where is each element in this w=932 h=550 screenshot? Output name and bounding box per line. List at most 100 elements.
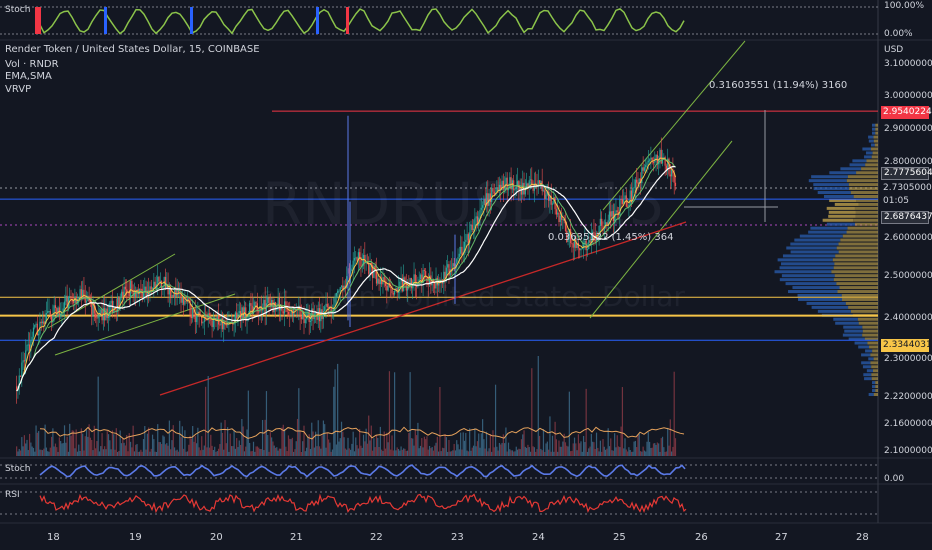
indicator-volume[interactable]: Vol · RNDR [5, 59, 59, 70]
volume-bar [492, 430, 494, 456]
volume-profile-bar [828, 214, 856, 218]
stoch-line [39, 464, 686, 478]
volume-bar [412, 438, 414, 456]
volume-profile-bar [846, 179, 878, 183]
volume-bar [610, 438, 612, 456]
volume-bar [510, 450, 512, 456]
volume-bar [447, 451, 449, 456]
volume-bar [633, 441, 635, 456]
volume-bar [337, 363, 339, 456]
volume-bar [179, 420, 181, 456]
volume-bar [343, 437, 345, 456]
volume-bar [619, 447, 621, 456]
volume-bar [16, 446, 18, 456]
rsi-pane-label[interactable]: RSI [5, 490, 20, 500]
volume-bar [232, 446, 234, 456]
volume-bar [632, 451, 634, 456]
volume-profile-bar [831, 270, 878, 274]
volume-profile-bar [872, 151, 878, 155]
candle-body [172, 294, 174, 298]
volume-bar [198, 447, 200, 456]
volume-profile-bar [873, 357, 878, 361]
volume-bar [312, 431, 314, 456]
volume-bar [483, 439, 485, 456]
volume-bar [584, 442, 586, 456]
candle-body [353, 258, 356, 261]
volume-profile-bar [871, 373, 878, 377]
candle-body [351, 268, 353, 272]
range-measure-upper[interactable]: 0.31603551 (11.94%) 3160 [709, 80, 847, 91]
volume-profile-bar [838, 250, 878, 254]
price-tag-mid[interactable]: 2.68764379 [881, 211, 932, 224]
volume-profile-bar [845, 301, 878, 305]
volume-bar [348, 448, 350, 456]
volume-bar [329, 442, 331, 456]
volume-bar [509, 449, 511, 456]
volume-bar [409, 372, 411, 456]
volume-bar [430, 448, 432, 456]
volume-bar [38, 431, 40, 456]
volume-profile-bar [870, 353, 878, 357]
price-tag-yellow[interactable]: 2.33440318 [881, 339, 932, 352]
volume-bar [456, 440, 458, 456]
volume-bar [161, 444, 163, 456]
volume-profile-bar [862, 329, 878, 333]
volume-bar [471, 447, 473, 456]
price-tag-current[interactable]: 2.73050000 [881, 182, 932, 195]
volume-bar [92, 450, 94, 456]
volume-bar [419, 445, 422, 456]
range-measure-lower[interactable]: 0.03635122 (1.45%) 364 [548, 232, 673, 243]
candle-body [23, 360, 26, 362]
candle-body [31, 336, 33, 341]
volume-bar [650, 448, 652, 456]
candle-body [650, 157, 652, 160]
volume-bar [655, 444, 657, 456]
candle-body [150, 286, 152, 290]
volume-bar [316, 446, 318, 456]
volume-bar [183, 448, 185, 456]
volume-profile-bar [853, 218, 878, 222]
volume-profile-bar [862, 333, 878, 337]
y-tick: 2.10000000 [884, 446, 932, 456]
volume-bar [498, 442, 501, 456]
volume-bar [98, 451, 101, 456]
volume-bar [421, 438, 423, 456]
currency-label[interactable]: USD [884, 45, 903, 55]
volume-bar [172, 425, 174, 456]
indicator-vrvp[interactable]: VRVP [5, 84, 31, 95]
volume-bar [171, 440, 173, 456]
price-tag-last[interactable]: 2.77756044 [881, 167, 932, 180]
indicator-ema-sma[interactable]: EMA,SMA [5, 71, 52, 82]
volume-bar [535, 451, 537, 456]
volume-bar [322, 420, 325, 456]
top-stoch-label[interactable]: Stoch [5, 5, 30, 15]
volume-profile-bar [790, 250, 839, 254]
volume-profile-bar [848, 305, 878, 309]
volume-profile-bar [870, 147, 878, 151]
volume-bar [192, 426, 194, 456]
volume-bar [416, 435, 418, 456]
volume-bar [450, 451, 453, 456]
volume-profile-bar [865, 151, 873, 155]
volume-bar [374, 447, 376, 456]
x-tick: 24 [532, 532, 545, 543]
volume-profile-bar [862, 325, 878, 329]
volume-profile-bar [870, 361, 878, 365]
volume-bar [659, 451, 661, 456]
stoch-pane-label[interactable]: Stoch [5, 464, 30, 474]
volume-bar [586, 451, 589, 456]
top-stoch-marker [38, 7, 41, 34]
volume-profile-bar [849, 187, 878, 191]
candle-body [96, 317, 98, 319]
volume-bar [264, 419, 266, 456]
candle-body [120, 291, 123, 297]
volume-bar [647, 431, 649, 456]
y-tick: 2.90000000 [884, 124, 932, 134]
volume-profile-bar [868, 135, 874, 139]
price-tag-red[interactable]: 2.95402242 [881, 106, 932, 119]
volume-bar [151, 434, 154, 456]
candle-body [355, 257, 357, 259]
volume-bar [74, 448, 76, 456]
volume-profile-bar [774, 270, 832, 274]
volume-bar [290, 439, 292, 456]
